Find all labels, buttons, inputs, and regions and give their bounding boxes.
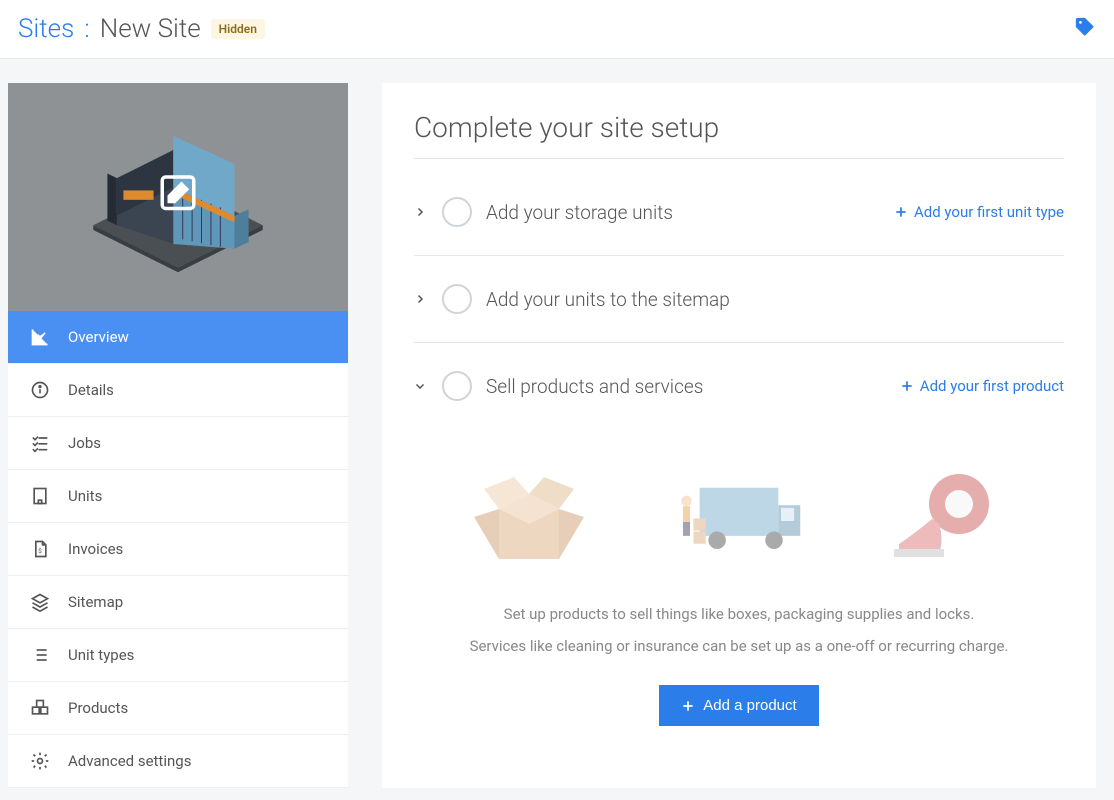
site-image[interactable]	[8, 83, 348, 311]
task-action-label: Add your first unit type	[914, 203, 1064, 221]
task-label: Add your units to the sitemap	[486, 288, 1064, 311]
add-product-button-label: Add a product	[703, 697, 796, 714]
task-status-circle	[442, 197, 472, 227]
nav-label: Advanced settings	[68, 752, 191, 770]
main-panel: Complete your site setup Add your storag…	[382, 83, 1096, 788]
layers-icon	[30, 592, 50, 612]
main-title: Complete your site setup	[414, 111, 1064, 159]
products-desc-1: Set up products to sell things like boxe…	[414, 605, 1064, 623]
nav-label: Details	[68, 381, 114, 399]
task-label: Sell products and services	[486, 375, 886, 398]
task-status-circle	[442, 284, 472, 314]
task-label: Add your storage units	[486, 201, 880, 224]
setup-task-storage-units[interactable]: Add your storage units Add your first un…	[414, 169, 1064, 256]
add-first-unit-type-link[interactable]: Add your first unit type	[894, 203, 1064, 221]
svg-text:$: $	[38, 547, 42, 555]
page-layout: Overview Details Jobs Units $ Invoices S…	[0, 59, 1114, 788]
nav-units[interactable]: Units	[8, 470, 348, 523]
sidebar-nav: Overview Details Jobs Units $ Invoices S…	[8, 311, 348, 788]
nav-label: Units	[68, 487, 102, 505]
nav-label: Invoices	[68, 540, 123, 558]
box-illustration	[459, 459, 599, 569]
chevron-down-icon	[414, 377, 428, 396]
add-first-product-link[interactable]: Add your first product	[900, 377, 1064, 395]
invoice-icon: $	[30, 539, 50, 559]
nav-label: Sitemap	[68, 593, 123, 611]
truck-illustration	[669, 459, 809, 569]
products-illustration-row	[414, 459, 1064, 569]
tape-illustration	[879, 459, 1019, 569]
chart-icon	[30, 327, 50, 347]
nav-products[interactable]: Products	[8, 682, 348, 735]
breadcrumb: Sites : New Site Hidden	[18, 14, 265, 44]
add-product-button[interactable]: Add a product	[659, 685, 818, 726]
chevron-right-icon	[414, 203, 428, 222]
nav-sitemap[interactable]: Sitemap	[8, 576, 348, 629]
building-icon	[30, 486, 50, 506]
setup-task-sitemap[interactable]: Add your units to the sitemap	[414, 256, 1064, 343]
products-icon	[30, 698, 50, 718]
task-status-circle	[442, 371, 472, 401]
gear-icon	[30, 751, 50, 771]
breadcrumb-current: New Site	[100, 14, 201, 44]
nav-label: Overview	[68, 328, 129, 346]
nav-advanced-settings[interactable]: Advanced settings	[8, 735, 348, 788]
nav-details[interactable]: Details	[8, 364, 348, 417]
nav-jobs[interactable]: Jobs	[8, 417, 348, 470]
setup-task-products[interactable]: Sell products and services Add your firs…	[414, 343, 1064, 429]
chevron-right-icon	[414, 290, 428, 309]
sidebar: Overview Details Jobs Units $ Invoices S…	[8, 83, 348, 788]
list-icon	[30, 645, 50, 665]
products-task-body: Set up products to sell things like boxe…	[414, 429, 1064, 736]
edit-image-icon[interactable]	[157, 172, 199, 218]
task-action-label: Add your first product	[920, 377, 1064, 395]
nav-label: Unit types	[68, 646, 134, 664]
status-badge: Hidden	[211, 19, 265, 39]
nav-unit-types[interactable]: Unit types	[8, 629, 348, 682]
tag-icon[interactable]	[1074, 16, 1096, 42]
nav-invoices[interactable]: $ Invoices	[8, 523, 348, 576]
breadcrumb-separator: :	[84, 14, 89, 44]
nav-overview[interactable]: Overview	[8, 311, 348, 364]
breadcrumb-root[interactable]: Sites	[18, 14, 74, 44]
products-desc-2: Services like cleaning or insurance can …	[414, 637, 1064, 655]
nav-label: Products	[68, 699, 128, 717]
page-header: Sites : New Site Hidden	[0, 0, 1114, 59]
checklist-icon	[30, 433, 50, 453]
nav-label: Jobs	[68, 434, 101, 452]
info-icon	[30, 380, 50, 400]
